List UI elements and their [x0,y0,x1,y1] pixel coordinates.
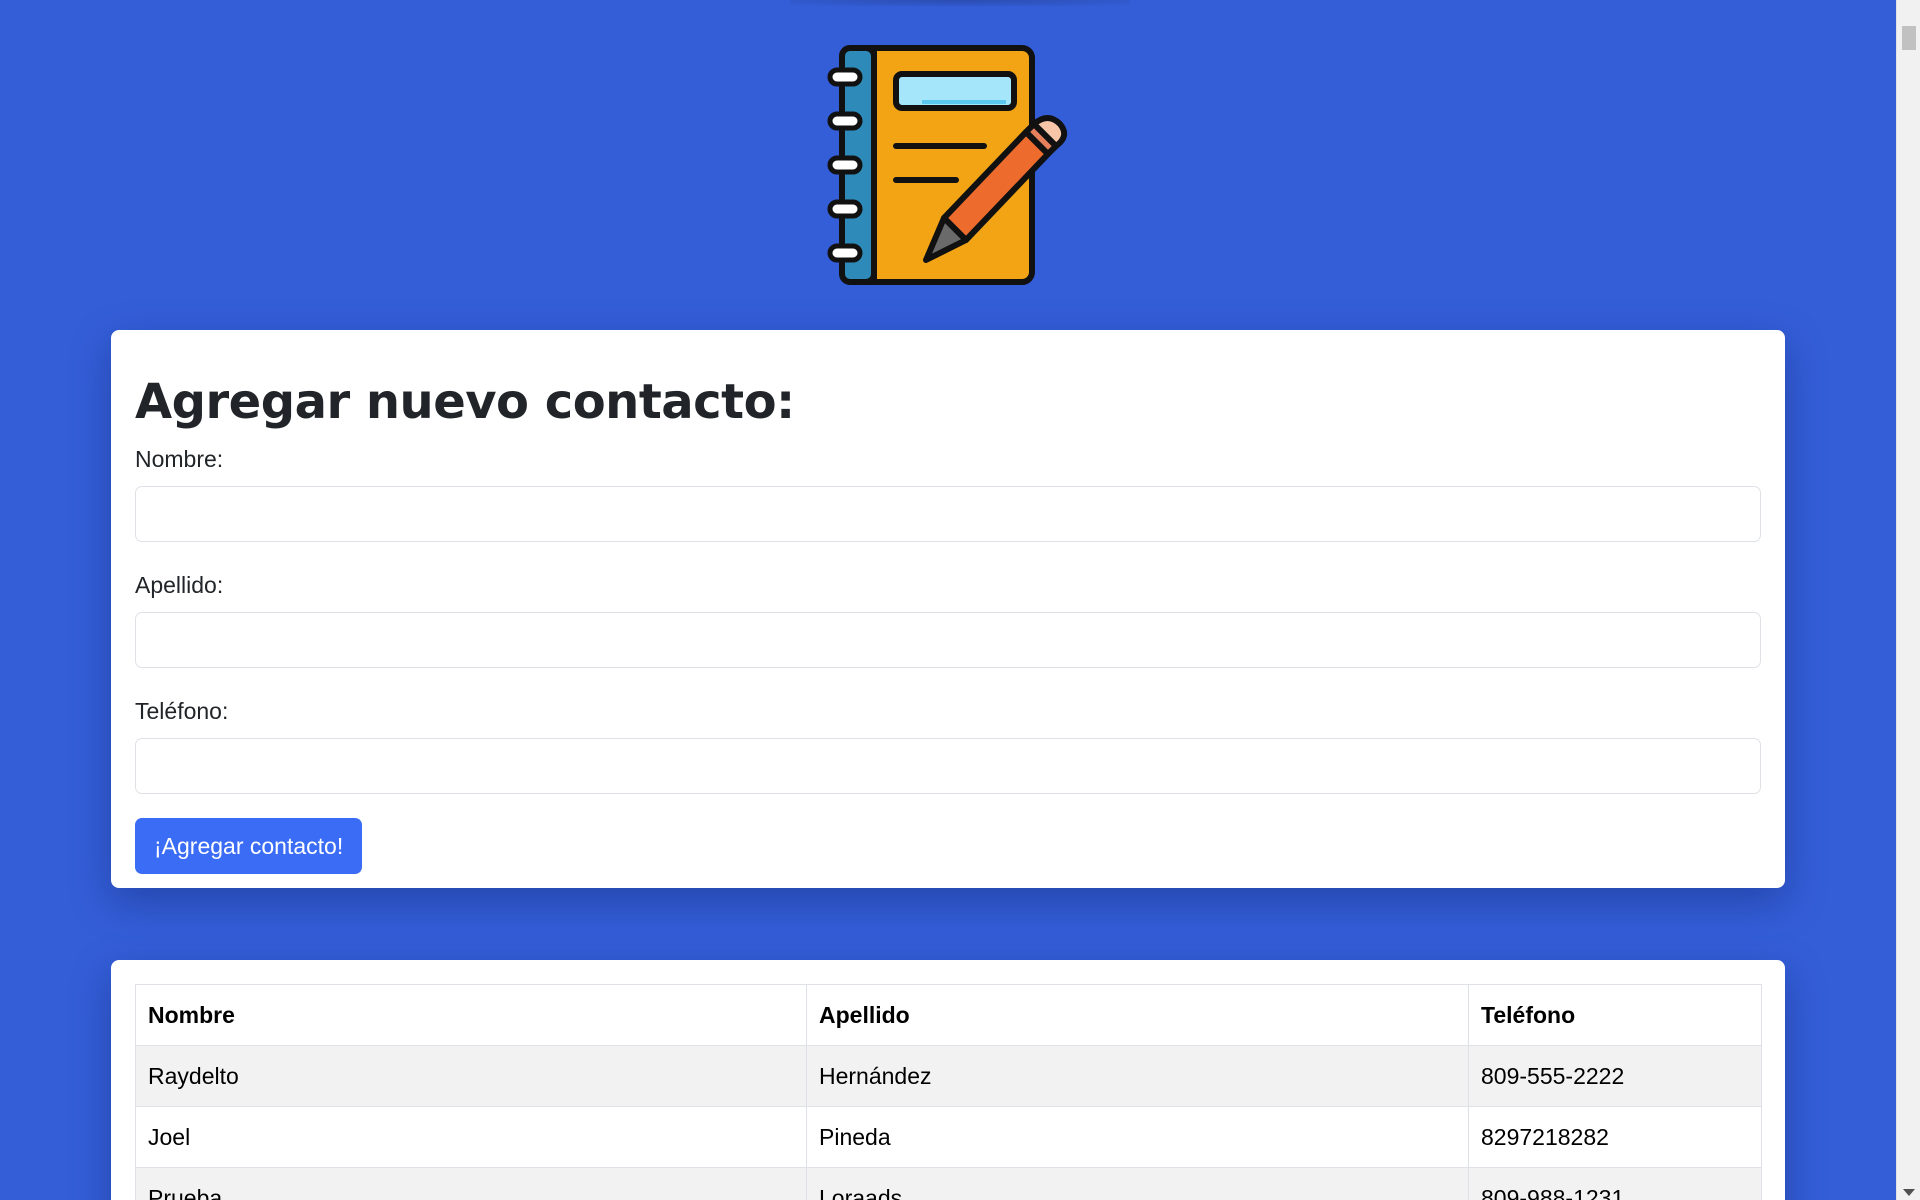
contacts-table: Nombre Apellido Teléfono Raydelto Hernán… [135,984,1762,1200]
nombre-label: Nombre: [135,446,224,472]
cell-apellido: Loraads [806,1167,1469,1200]
add-contact-button[interactable]: ¡Agregar contacto! [135,818,363,874]
cell-apellido: Hernández [806,1045,1469,1107]
add-contact-card: Agregar nuevo contacto: Nombre: Apellido… [111,330,1785,888]
table-row: Raydelto Hernández 809-555-2222 [135,1045,1762,1107]
notebook-pencil-icon [827,45,1068,285]
header-nombre: Nombre [135,984,807,1046]
header-telefono: Teléfono [1468,984,1762,1046]
cell-nombre: Prueba [135,1167,807,1200]
nombre-input[interactable] [135,486,1761,542]
cell-apellido: Pineda [806,1106,1469,1168]
table-row: Joel Pineda 8297218282 [135,1106,1762,1168]
telefono-input[interactable] [135,738,1761,794]
contacts-table-card: Nombre Apellido Teléfono Raydelto Hernán… [111,960,1785,1200]
header-apellido: Apellido [806,984,1469,1046]
telefono-label: Teléfono: [135,698,229,724]
table-header-row: Nombre Apellido Teléfono [135,984,1762,1046]
cell-nombre: Joel [135,1106,807,1168]
cell-telefono: 809-555-2222 [1468,1045,1762,1107]
scroll-down-arrow-icon[interactable] [1903,1189,1915,1196]
table-row: Prueba Loraads 809-988-1231 [135,1167,1762,1200]
nombre-field-group: Nombre: [135,446,1761,542]
cell-nombre: Raydelto [135,1045,807,1107]
scrollbar-thumb[interactable] [1902,26,1916,50]
apellido-input[interactable] [135,612,1761,668]
cell-telefono: 809-988-1231 [1468,1167,1762,1200]
apellido-field-group: Apellido: [135,572,1761,668]
top-edge-shadow [790,0,1130,6]
page-scrollbar[interactable] [1896,0,1920,1200]
telefono-field-group: Teléfono: [135,698,1761,794]
form-title: Agregar nuevo contacto: [135,374,795,430]
apellido-label: Apellido: [135,572,224,598]
cell-telefono: 8297218282 [1468,1106,1762,1168]
